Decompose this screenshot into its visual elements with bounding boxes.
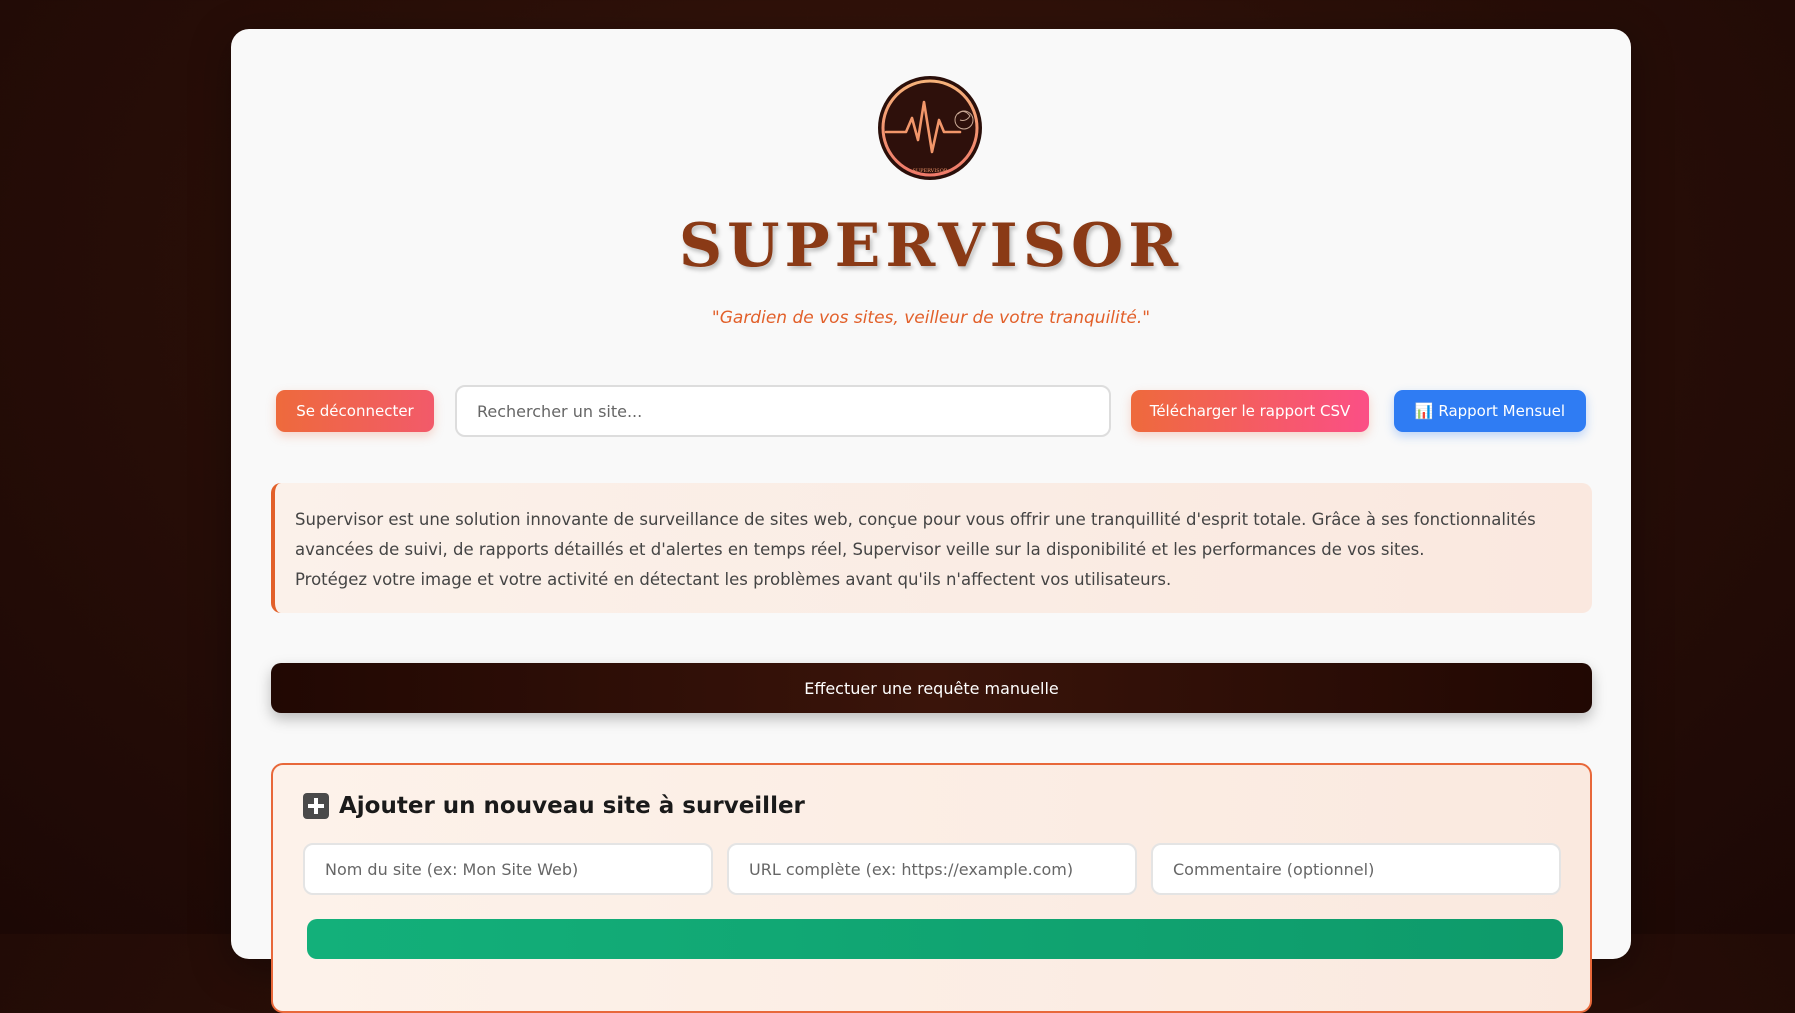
add-site-heading: Ajouter un nouveau site à surveiller [303,793,805,819]
site-name-field[interactable] [303,843,713,895]
add-site-submit-button[interactable] [307,919,1563,959]
download-csv-button[interactable]: Télécharger le rapport CSV [1131,390,1369,432]
supervisor-logo: SUPERVISOR [878,76,982,180]
about-text-secondary: Protégez votre image et votre activité e… [295,570,1172,589]
svg-text:SUPERVISOR: SUPERVISOR [912,168,947,174]
brand-title: SUPERVISOR [678,211,1184,281]
add-site-title: Ajouter un nouveau site à surveiller [339,793,805,819]
site-url-field[interactable] [727,843,1137,895]
tagline: "Gardien de vos sites, veilleur de votre… [711,308,1151,328]
about-panel: Supervisor est une solution innovante de… [271,483,1592,613]
logout-button[interactable]: Se déconnecter [276,390,434,432]
site-comment-field[interactable] [1151,843,1561,895]
plus-icon [303,793,329,819]
main-card: SUPERVISOR SUPERVISOR "Gardien de vos si… [231,29,1631,1013]
monthly-report-button[interactable]: 📊 Rapport Mensuel [1394,390,1586,432]
add-site-panel: Ajouter un nouveau site à surveiller [271,763,1592,1013]
search-input[interactable] [455,385,1111,437]
manual-request-button[interactable]: Effectuer une requête manuelle [271,663,1592,713]
about-text: Supervisor est une solution innovante de… [295,510,1536,559]
